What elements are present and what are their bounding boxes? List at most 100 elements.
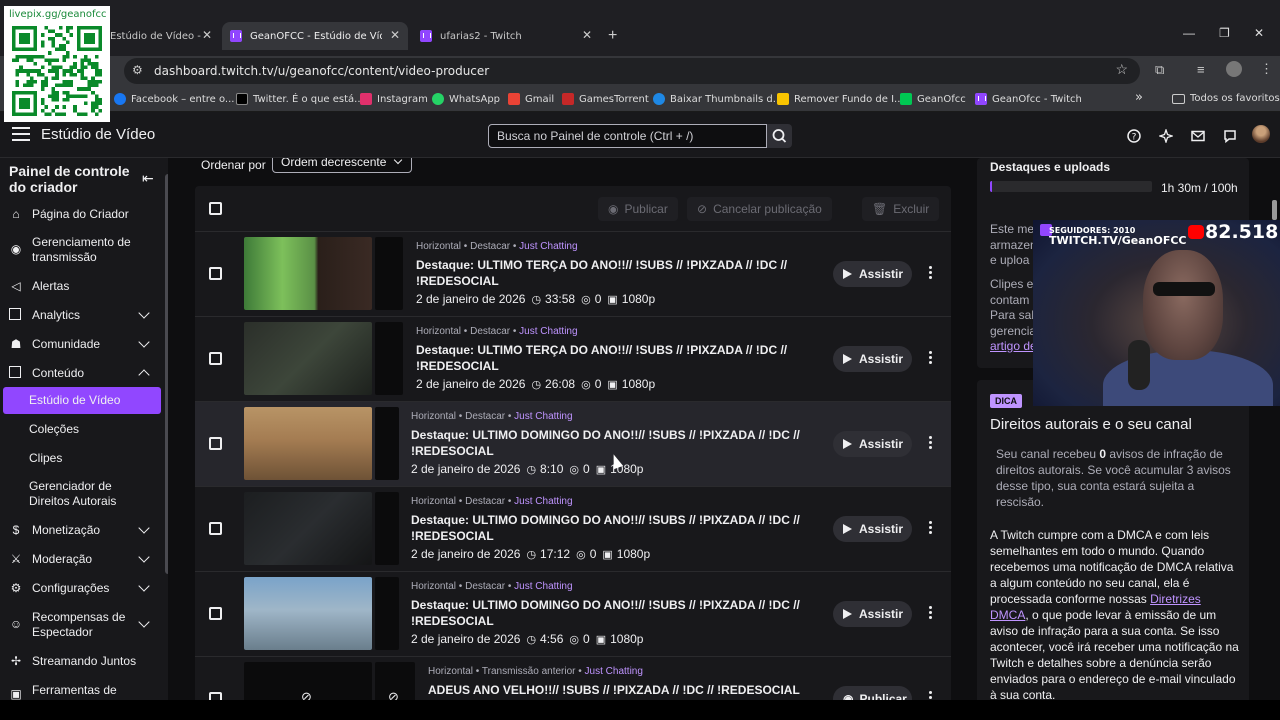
video-category[interactable]: Just Chatting [514, 496, 572, 507]
watch-button[interactable]: Assistir [833, 261, 912, 287]
video-row[interactable]: Horizontal • Destacar • Just Chatting De… [195, 572, 951, 657]
browser-tab-1[interactable]: Estúdio de Vídeo - ✕ [110, 22, 220, 50]
close-tab-icon[interactable]: ✕ [582, 28, 592, 42]
sidebar-sub-video-studio[interactable]: Estúdio de Vídeo [3, 387, 161, 414]
bulk-publish-button[interactable]: ◉ Publicar [598, 197, 678, 221]
sidebar-item-tools[interactable]: ▣ Ferramentas de [0, 682, 168, 700]
sidebar-item-monetization[interactable]: $ Monetização [0, 522, 168, 542]
video-row[interactable]: Horizontal • Destacar • Just Chatting De… [195, 487, 951, 572]
collapse-sidebar-icon[interactable]: ⇤ [142, 170, 154, 187]
more-bookmarks-icon[interactable]: » [1135, 90, 1143, 105]
video-category[interactable]: Just Chatting [514, 581, 572, 592]
more-options-icon[interactable] [929, 436, 932, 450]
avatar[interactable] [1252, 125, 1270, 143]
video-category[interactable]: Just Chatting [519, 241, 577, 252]
video-row[interactable]: Horizontal • Destacar • Just Chatting De… [195, 317, 951, 402]
bookmark-star-icon[interactable]: ☆ [1115, 61, 1128, 78]
video-title[interactable]: Destaque: ULTIMO DOMINGO DO ANO!!// !SUB… [411, 597, 801, 629]
bookmark-twitter[interactable]: Twitter. É o que está... [236, 93, 364, 105]
row-checkbox[interactable] [209, 692, 222, 700]
row-checkbox[interactable] [209, 267, 222, 280]
video-thumbnail[interactable] [244, 577, 372, 650]
video-title[interactable]: ADEUS ANO VELHO!!// !SUBS // !PIXZADA //… [428, 682, 828, 698]
more-options-icon[interactable] [929, 266, 932, 280]
sidebar-item-alerts[interactable]: ◁ Alertas [0, 278, 168, 298]
sidebar-item-settings[interactable]: ⚙ Configurações [0, 580, 168, 600]
bulk-unpublish-button[interactable]: ⊘ Cancelar publicação [687, 197, 832, 221]
bookmark-geanofcc[interactable]: GeanOfcc [900, 93, 966, 105]
bookmark-facebook[interactable]: Facebook – entre o... [114, 93, 234, 105]
video-thumbnail[interactable] [244, 322, 372, 395]
bookmark-gmail[interactable]: Gmail [508, 93, 554, 105]
bookmark-instagram[interactable]: Instagram [360, 93, 428, 105]
video-thumbnail[interactable] [244, 407, 372, 480]
minimize-icon[interactable]: — [1183, 26, 1195, 40]
video-title[interactable]: Destaque: ULTIMO DOMINGO DO ANO!!// !SUB… [411, 427, 801, 459]
browser-tab-2[interactable]: GeanOFCC - Estúdio de Vídeo ✕ [222, 22, 408, 50]
row-checkbox[interactable] [209, 437, 222, 450]
watch-button[interactable]: Assistir [833, 346, 912, 372]
sidebar-item-moderation[interactable]: ⚔ Moderação [0, 551, 168, 571]
sidebar-sub-clips[interactable]: Clipes [3, 450, 161, 468]
close-tab-icon[interactable]: ✕ [202, 28, 212, 42]
sidebar-sub-collections[interactable]: Coleções [3, 421, 161, 439]
video-row[interactable]: Horizontal • Destacar • Just Chatting De… [195, 232, 951, 317]
sidebar-item-analytics[interactable]: Analytics [0, 307, 168, 327]
video-thumbnail[interactable] [244, 237, 372, 310]
publish-button[interactable]: ◉ Publicar [833, 686, 912, 700]
bookmark-thumbnails[interactable]: Baixar Thumbnails d... [653, 93, 782, 105]
close-tab-icon[interactable]: ✕ [390, 28, 400, 42]
menu-icon[interactable] [12, 127, 30, 141]
page-scrollbar[interactable] [1272, 200, 1277, 220]
row-checkbox[interactable] [209, 352, 222, 365]
sidebar-item-stream-manager[interactable]: ◉ Gerenciamento de transmissão [0, 234, 168, 266]
chat-icon[interactable] [1223, 129, 1237, 143]
watch-button[interactable]: Assistir [833, 431, 912, 457]
bookmark-remover-fundo[interactable]: Remover Fundo de I... [777, 93, 904, 105]
close-window-icon[interactable]: ✕ [1254, 26, 1264, 40]
more-options-icon[interactable] [929, 521, 932, 535]
url-field[interactable]: ⚙ dashboard.twitch.tv/u/geanofcc/content… [124, 58, 1140, 84]
video-thumbnail[interactable]: ⊘ [244, 662, 372, 700]
sidebar-item-creator-page[interactable]: ⌂ Página do Criador [0, 205, 168, 225]
site-settings-icon[interactable]: ⚙ [132, 63, 146, 77]
help-icon[interactable]: ? [1127, 129, 1141, 143]
search-button[interactable] [767, 124, 792, 148]
row-checkbox[interactable] [209, 522, 222, 535]
more-options-icon[interactable] [929, 351, 932, 365]
watch-button[interactable]: Assistir [833, 516, 912, 542]
maximize-icon[interactable]: ❐ [1219, 26, 1230, 40]
video-thumbnail[interactable] [244, 492, 372, 565]
all-favorites[interactable]: Todos os favoritos [1172, 93, 1280, 104]
select-all-checkbox[interactable] [209, 202, 222, 215]
video-title[interactable]: Destaque: ULTIMO DOMINGO DO ANO!!// !SUB… [411, 512, 801, 544]
more-options-icon[interactable] [929, 691, 932, 700]
bulk-delete-button[interactable]: 🗑 Excluir [862, 197, 940, 221]
bookmark-geanofcc-twitch[interactable]: GeanOfcc - Twitch [975, 93, 1082, 105]
sidebar-scrollbar[interactable] [165, 174, 168, 574]
video-category[interactable]: Just Chatting [585, 666, 643, 677]
sort-select[interactable]: Ordem decrescente [272, 158, 412, 173]
sidebar-item-content[interactable]: Conteúdo [0, 365, 168, 385]
sidebar-item-stream-together[interactable]: ✢ Streamando Juntos [0, 653, 168, 673]
video-category[interactable]: Just Chatting [514, 411, 572, 422]
video-category[interactable]: Just Chatting [519, 326, 577, 337]
sidebar-sub-copyright-manager[interactable]: Gerenciador de Direitos Autorais [3, 478, 161, 510]
browser-tab-3[interactable]: ufarias2 - Twitch ✕ [412, 22, 600, 50]
media-icon[interactable]: ≡ [1197, 62, 1205, 77]
video-title[interactable]: Destaque: ULTIMO TERÇA DO ANO!!// !SUBS … [416, 257, 806, 289]
search-input[interactable] [488, 124, 767, 148]
video-title[interactable]: Destaque: ULTIMO TERÇA DO ANO!!// !SUBS … [416, 342, 806, 374]
video-row[interactable]: Horizontal • Destacar • Just Chatting De… [195, 402, 951, 487]
sidebar-item-viewer-rewards[interactable]: ☺ Recompensas de Espectador [0, 609, 168, 641]
bookmark-whatsapp[interactable]: WhatsApp [432, 93, 500, 105]
watch-button[interactable]: Assistir [833, 601, 912, 627]
sparkle-icon[interactable] [1159, 129, 1173, 143]
bookmark-gamestorrent[interactable]: GamesTorrent [562, 93, 649, 105]
more-options-icon[interactable] [929, 606, 932, 620]
new-tab-button[interactable]: + [608, 27, 617, 45]
row-checkbox[interactable] [209, 607, 222, 620]
profile-avatar[interactable] [1226, 61, 1242, 77]
mail-icon[interactable] [1191, 129, 1205, 143]
chrome-menu-icon[interactable]: ⋮ [1260, 61, 1273, 77]
